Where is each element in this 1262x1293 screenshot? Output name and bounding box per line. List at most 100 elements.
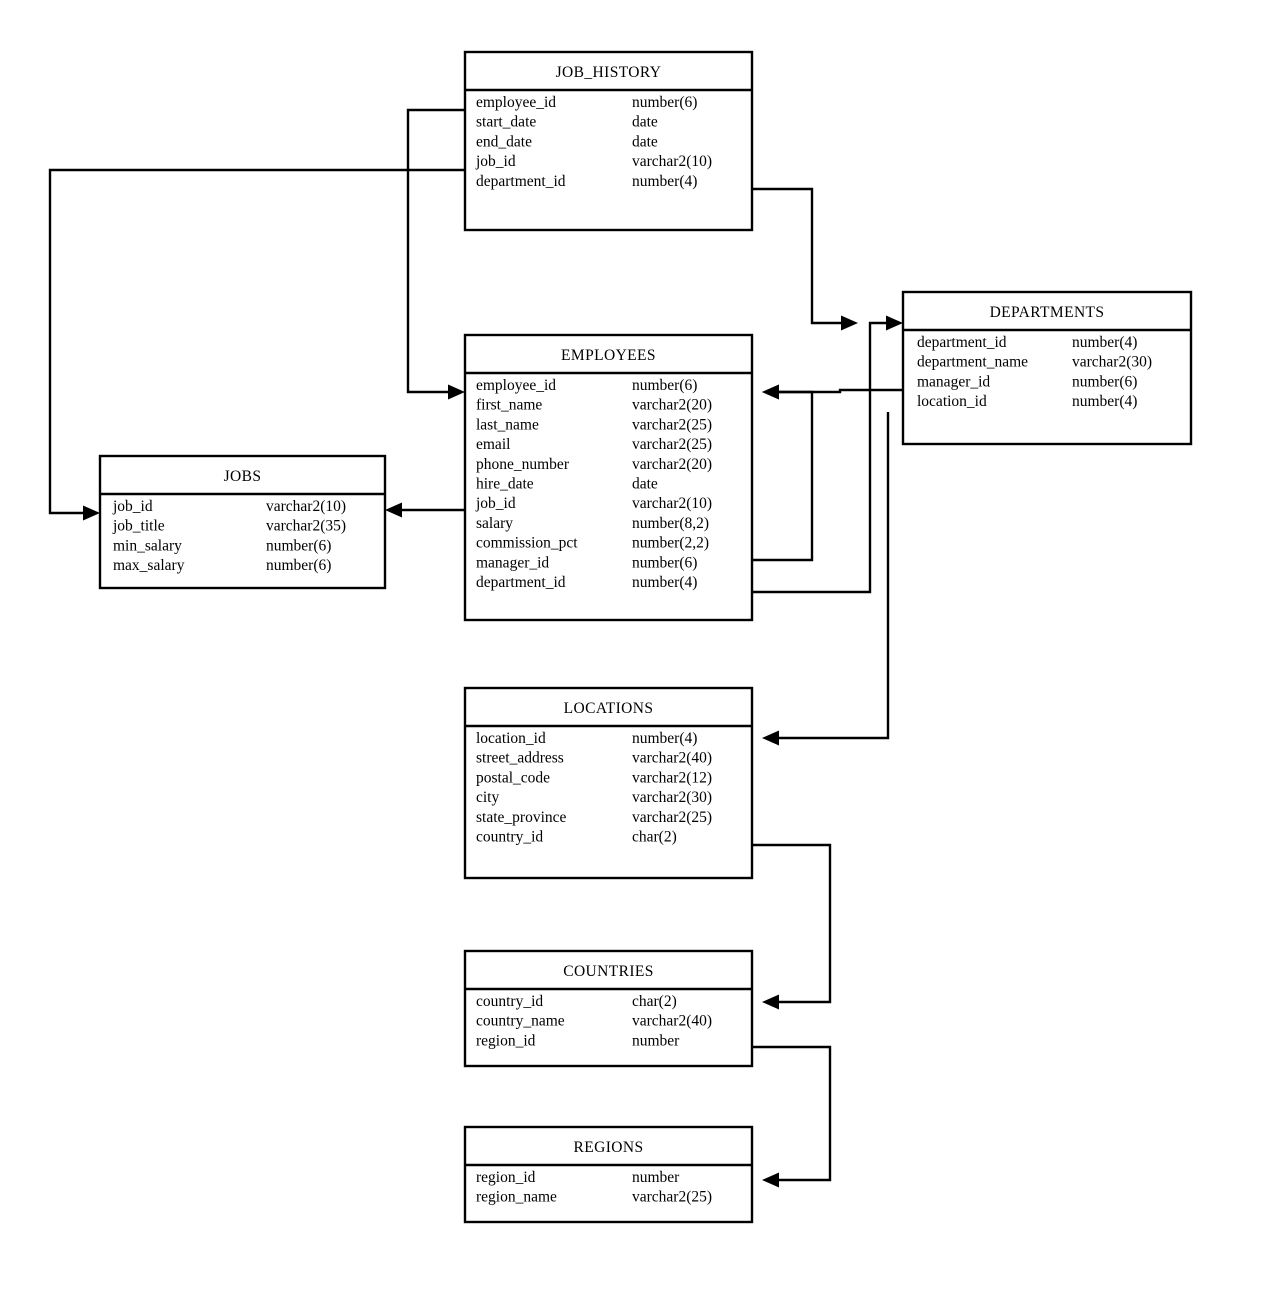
column-name-departments-department_id: department_id	[917, 334, 1007, 351]
column-type-locations-country_id: char(2)	[632, 829, 677, 846]
column-type-employees-hire_date: date	[632, 476, 658, 493]
column-name-job_history-end_date: end_date	[476, 133, 532, 150]
column-type-departments-department_id: number(4)	[1072, 334, 1137, 351]
arrow-head-icon	[448, 384, 465, 400]
relationship-line	[406, 108, 465, 394]
entity-countries[interactable]: COUNTRIES country_id char(2) country_name va…	[463, 949, 754, 1068]
column-name-locations-city: city	[476, 789, 499, 806]
column-type-employees-employee_id: number(6)	[632, 377, 697, 394]
column-name-regions-region_name: region_name	[476, 1189, 557, 1206]
column-name-employees-hire_date: hire_date	[476, 476, 534, 493]
column-type-employees-commission_pct: number(2,2)	[632, 535, 709, 552]
arrow-head-icon	[762, 1172, 779, 1188]
column-name-employees-employee_id: employee_id	[476, 377, 556, 394]
column-name-jobs-job_id: job_id	[112, 498, 153, 515]
column-name-locations-street_address: street_address	[476, 750, 564, 767]
column-name-employees-manager_id: manager_id	[476, 554, 549, 571]
column-type-departments-department_name: varchar2(30)	[1072, 354, 1152, 371]
column-type-countries-region_id: number	[632, 1032, 680, 1049]
arrow-head-icon	[385, 502, 402, 518]
column-name-regions-region_id: region_id	[476, 1169, 536, 1186]
column-type-job_history-start_date: date	[632, 114, 658, 131]
relationship-emp-job[interactable]	[385, 502, 465, 518]
column-name-job_history-department_id: department_id	[476, 173, 566, 190]
column-name-departments-department_name: department_name	[917, 354, 1028, 371]
er-diagram: JOB_HISTORY employee_id number(6) start_dat…	[0, 0, 1262, 1293]
column-type-job_history-department_id: number(4)	[632, 173, 697, 190]
relationship-jh-emp[interactable]	[406, 108, 465, 400]
column-name-employees-email: email	[476, 436, 510, 453]
column-name-jobs-job_title: job_title	[112, 518, 165, 535]
entity-job_history[interactable]: JOB_HISTORYemployee_id number(6) start_dat…	[463, 50, 754, 232]
column-type-locations-city: varchar2(30)	[632, 789, 712, 806]
column-type-employees-manager_id: number(6)	[632, 554, 697, 571]
column-type-jobs-max_salary: number(6)	[266, 557, 331, 574]
relationship-jh-dept[interactable]	[752, 187, 858, 331]
column-type-locations-location_id: number(4)	[632, 730, 697, 747]
column-type-job_history-job_id: varchar2(10)	[632, 153, 712, 170]
relationship-line	[752, 843, 832, 1004]
column-name-employees-last_name: last_name	[476, 416, 539, 433]
arrow-head-icon	[762, 384, 779, 400]
column-type-locations-postal_code: varchar2(12)	[632, 769, 712, 786]
column-name-employees-salary: salary	[476, 515, 513, 532]
column-name-jobs-max_salary: max_salary	[113, 557, 185, 574]
column-type-employees-phone_number: varchar2(20)	[632, 456, 712, 473]
relationship-line	[752, 390, 814, 562]
column-name-departments-location_id: location_id	[917, 393, 987, 410]
column-name-job_history-job_id: job_id	[475, 153, 516, 170]
entity-locations[interactable]: LOCATIONS location_id number(4) street_addr…	[463, 686, 754, 880]
column-name-employees-job_id: job_id	[475, 495, 516, 512]
entity-title-job_history: JOB_HISTORY	[556, 64, 662, 81]
entity-title-departments: DEPARTMENTS	[990, 304, 1105, 321]
column-type-employees-last_name: varchar2(25)	[632, 416, 712, 433]
relationship-line	[752, 187, 848, 325]
entity-employees[interactable]: EMPLOYEESemployee_id number(6)first_name v…	[463, 333, 754, 622]
entity-regions[interactable]: REGIONS region_id number region_name varchar…	[463, 1125, 754, 1224]
column-type-countries-country_name: varchar2(40)	[632, 1013, 712, 1030]
column-type-locations-street_address: varchar2(40)	[632, 750, 712, 767]
relationship-loc-country[interactable]	[752, 843, 832, 1010]
column-name-job_history-start_date: start_date	[476, 114, 536, 131]
column-name-countries-country_name: country_name	[476, 1013, 565, 1030]
column-name-employees-department_id: department_id	[476, 574, 566, 591]
entity-title-employees: EMPLOYEES	[561, 347, 656, 364]
column-type-regions-region_id: number	[632, 1169, 680, 1186]
column-type-job_history-employee_id: number(6)	[632, 94, 697, 111]
column-name-departments-manager_id: manager_id	[917, 373, 990, 390]
entity-departments[interactable]: DEPARTMENTS department_id number(4) departm…	[901, 290, 1193, 446]
column-type-employees-email: varchar2(25)	[632, 436, 712, 453]
relationship-emp-dept[interactable]	[752, 315, 903, 594]
relationship-line	[752, 1045, 832, 1182]
column-type-jobs-job_title: varchar2(35)	[266, 518, 346, 535]
column-name-jobs-min_salary: min_salary	[113, 537, 182, 554]
entity-title-countries: COUNTRIES	[563, 963, 654, 980]
relationship-line	[752, 321, 893, 594]
arrow-head-icon	[762, 994, 779, 1010]
column-name-employees-commission_pct: commission_pct	[476, 535, 578, 552]
column-type-jobs-min_salary: number(6)	[266, 537, 331, 554]
er-diagram-canvas: JOB_HISTORYemployee_id number(6)start_dat…	[48, 50, 1193, 1224]
arrow-head-icon	[762, 730, 779, 746]
arrow-head-icon	[886, 315, 903, 331]
column-type-departments-manager_id: number(6)	[1072, 373, 1137, 390]
column-name-locations-state_province: state_province	[476, 809, 567, 826]
column-name-locations-postal_code: postal_code	[476, 769, 550, 786]
column-type-employees-first_name: varchar2(20)	[632, 397, 712, 414]
relationship-country-region[interactable]	[752, 1045, 832, 1188]
entity-title-regions: REGIONS	[574, 1139, 644, 1156]
entity-title-jobs: JOBS	[224, 468, 262, 485]
column-type-departments-location_id: number(4)	[1072, 393, 1137, 410]
column-type-employees-salary: number(8,2)	[632, 515, 709, 532]
relationship-emp-mgr-self[interactable]	[752, 384, 814, 562]
column-type-job_history-end_date: date	[632, 133, 658, 150]
column-type-locations-state_province: varchar2(25)	[632, 809, 712, 826]
entity-boxes-layer: JOB_HISTORYemployee_id number(6)start_dat…	[98, 50, 1193, 1224]
column-name-employees-phone_number: phone_number	[476, 456, 570, 473]
column-name-job_history-employee_id: employee_id	[476, 94, 556, 111]
column-type-jobs-job_id: varchar2(10)	[266, 498, 346, 515]
column-name-locations-location_id: location_id	[476, 730, 546, 747]
column-type-countries-country_id: char(2)	[632, 993, 677, 1010]
column-type-regions-region_name: varchar2(25)	[632, 1189, 712, 1206]
entity-jobs[interactable]: JOBS job_id varchar2(10) job_title varchar2(…	[98, 454, 387, 590]
